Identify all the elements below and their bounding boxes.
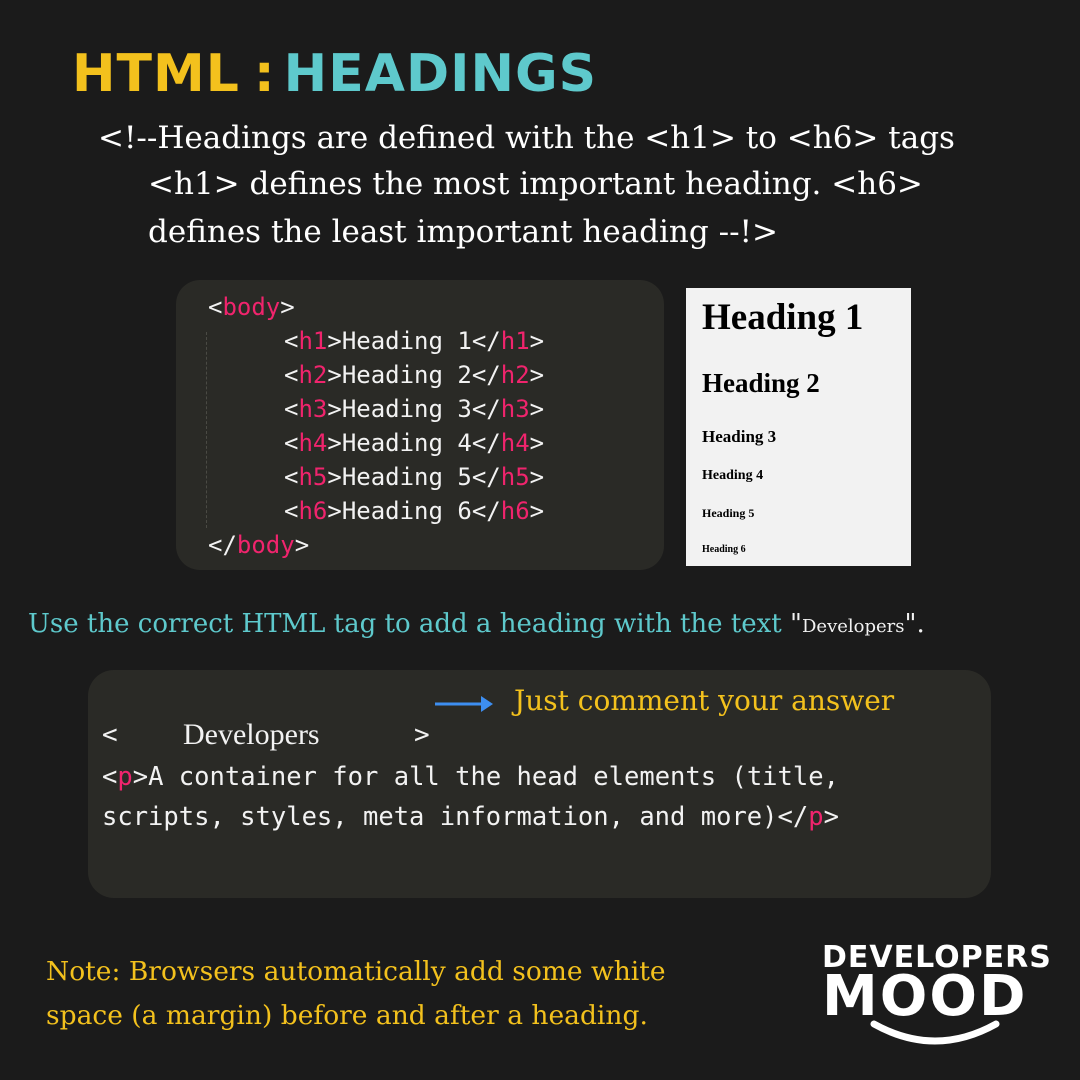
- code-line-body-close: </body>: [208, 531, 310, 559]
- intro-line-1: <!--Headings are defined with the <h1> t…: [98, 120, 955, 156]
- arrow-right-icon: [435, 696, 493, 712]
- exercise-p-line-2: scripts, styles, meta information, and m…: [102, 802, 839, 832]
- task-text: Use the correct HTML tag to add a headin…: [28, 609, 791, 639]
- code-example-panel: <body> <h1>Heading 1</h1> <h2>Heading 2<…: [176, 280, 664, 570]
- note-line-1: Note: Browsers automatically add some wh…: [46, 956, 666, 987]
- note-line-2: space (a margin) before and after a head…: [46, 1000, 648, 1031]
- code-line-h4: <h4>Heading 4</h4>: [284, 429, 545, 457]
- task-instruction: Use the correct HTML tag to add a headin…: [28, 609, 925, 639]
- preview-heading-1: Heading 1: [702, 297, 864, 338]
- exercise-p-line-1: <p>A container for all the head elements…: [102, 762, 839, 792]
- code-line-h2: <h2>Heading 2</h2>: [284, 361, 545, 389]
- exercise-code-panel: Just comment your answer < Developers > …: [88, 670, 991, 898]
- preview-heading-5: Heading 5: [702, 506, 755, 520]
- blank-open-bracket: <: [102, 720, 118, 750]
- title-separator: :: [253, 44, 276, 104]
- code-line-body-open: <body>: [208, 293, 295, 321]
- smile-icon: [870, 1020, 1000, 1045]
- code-line-h1: <h1>Heading 1</h1>: [284, 327, 545, 355]
- code-line-h6: <h6>Heading 6</h6>: [284, 497, 545, 525]
- indent-guide: [206, 332, 207, 528]
- page-title: HTML: HEADINGS: [72, 44, 597, 104]
- preview-heading-2: Heading 2: [702, 368, 820, 398]
- preview-heading-3: Heading 3: [702, 427, 777, 446]
- code-line-h5: <h5>Heading 5</h5>: [284, 463, 545, 491]
- note-text: Note: Browsers automatically add some wh…: [46, 950, 666, 1038]
- preview-heading-6: Heading 6: [702, 544, 746, 555]
- title-html: HTML: [72, 44, 240, 104]
- hint-text: Just comment your answer: [514, 684, 895, 717]
- title-headings: HEADINGS: [283, 44, 598, 104]
- blank-answer-text: Developers: [183, 718, 320, 751]
- intro-line-2: <h1> defines the most important heading.…: [148, 166, 923, 202]
- rendered-headings-preview: Heading 1 Heading 2 Heading 3 Heading 4 …: [686, 288, 911, 566]
- developers-mood-logo: DEVELOPERS MOOD: [818, 940, 1051, 1052]
- intro-line-3: defines the least important heading --!>: [148, 214, 778, 250]
- code-line-h3: <h3>Heading 3</h3>: [284, 395, 545, 423]
- task-answer-word: Developers: [802, 616, 905, 637]
- preview-heading-4: Heading 4: [702, 468, 764, 483]
- blank-close-bracket: >: [414, 720, 430, 750]
